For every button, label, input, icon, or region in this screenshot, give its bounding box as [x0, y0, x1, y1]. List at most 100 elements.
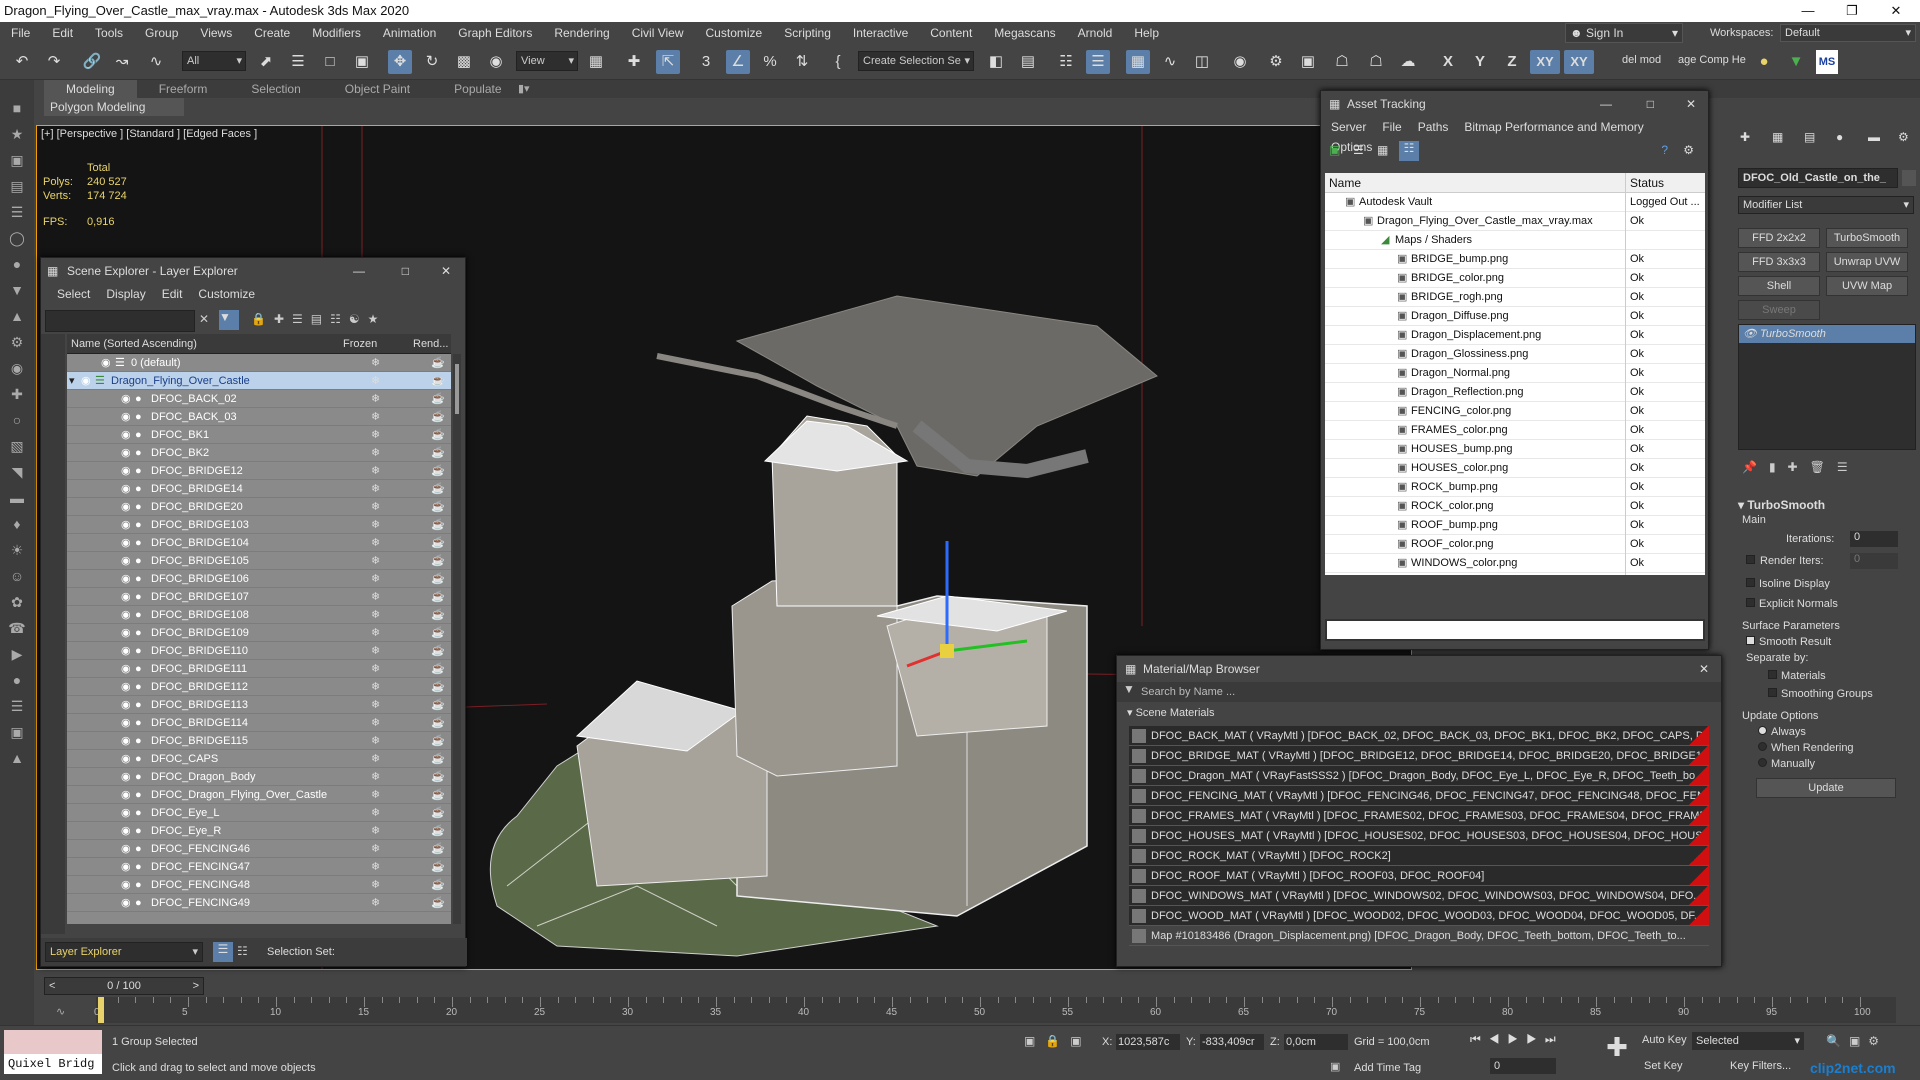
isoline-row[interactable]: Isoline Display — [1738, 574, 1916, 596]
explorer-row[interactable]: ◉ ● DFOC_Eye_R ❄ ☕ — [67, 822, 451, 840]
asset-menu-item[interactable]: File — [1374, 117, 1409, 137]
stack-item-turbosmooth[interactable]: 👁 TurboSmooth — [1739, 325, 1915, 343]
scene-explorer-titlebar[interactable]: ▦ Scene Explorer - Layer Explorer — □ ✕ — [41, 258, 465, 284]
filter-icon[interactable]: ▼ — [219, 310, 239, 330]
schematic-view-icon[interactable]: ◫ — [1190, 50, 1214, 74]
left-tool-icon[interactable]: ▼ — [5, 282, 29, 302]
render-teapot-icon[interactable]: ☕ — [431, 354, 445, 372]
maximize-button[interactable]: ❐ — [1830, 0, 1874, 22]
select-rotate-icon[interactable]: ↻ — [420, 50, 444, 74]
snaps-toggle-icon[interactable]: 3 — [694, 50, 718, 74]
explorer-row[interactable]: ◉ ☰ 0 (default) ❄ ☕ — [67, 354, 451, 372]
left-tool-icon[interactable]: ● — [5, 256, 29, 276]
frozen-icon[interactable]: ❄ — [371, 642, 380, 660]
left-tool-icon[interactable]: ✚ — [5, 386, 29, 406]
frozen-icon[interactable]: ❄ — [371, 606, 380, 624]
select-move-icon[interactable]: ✥ — [388, 50, 412, 74]
frozen-icon[interactable]: ❄ — [371, 678, 380, 696]
help-icon[interactable]: ? — [1661, 143, 1668, 157]
mirror-icon[interactable]: ◧ — [984, 50, 1008, 74]
explorer-row[interactable]: ◉ ● DFOC_FENCING48 ❄ ☕ — [67, 876, 451, 894]
add-time-tag[interactable]: Add Time Tag — [1354, 1062, 1421, 1074]
menu-graph-editors[interactable]: Graph Editors — [447, 22, 543, 44]
asset-row[interactable]: ▣ BRIDGE_rogh.png Ok — [1325, 288, 1705, 307]
render-teapot-icon[interactable]: ☕ — [431, 750, 445, 768]
render-teapot-icon[interactable]: ☕ — [431, 570, 445, 588]
scene-explorer-icon[interactable]: ☰ — [1086, 50, 1110, 74]
material-row[interactable]: DFOC_FRAMES_MAT ( VRayMtl ) [DFOC_FRAMES… — [1129, 806, 1709, 826]
visibility-eye-icon[interactable]: ◉ — [121, 660, 131, 678]
render-iters-checkbox[interactable] — [1746, 555, 1755, 564]
left-tool-icon[interactable]: ▣ — [5, 724, 29, 744]
left-tool-icon[interactable]: ★ — [5, 126, 29, 146]
rendered-frame-icon[interactable]: ▣ — [1296, 50, 1320, 74]
frozen-icon[interactable]: ❄ — [371, 534, 380, 552]
explorer-row[interactable]: ◉ ● DFOC_BRIDGE110 ❄ ☕ — [67, 642, 451, 660]
render-teapot-icon[interactable]: ☕ — [431, 516, 445, 534]
graphite-tools-icon[interactable]: ▦ — [1126, 50, 1150, 74]
explorer-scrollbar[interactable] — [453, 354, 461, 924]
explorer-row[interactable]: ◉ ● DFOC_BRIDGE114 ❄ ☕ — [67, 714, 451, 732]
material-row[interactable]: DFOC_BRIDGE_MAT ( VRayMtl ) [DFOC_BRIDGE… — [1129, 746, 1709, 766]
visibility-eye-icon[interactable]: ◉ — [121, 714, 131, 732]
menu-interactive[interactable]: Interactive — [842, 22, 919, 44]
utilities-tab-icon[interactable]: ⚙ — [1898, 130, 1909, 144]
set-key-button[interactable]: Set Key — [1644, 1060, 1683, 1072]
left-tool-icon[interactable]: ▲ — [5, 308, 29, 328]
asset-row[interactable]: ▣ BRIDGE_bump.png Ok — [1325, 250, 1705, 269]
visibility-eye-icon[interactable]: ◉ — [121, 786, 131, 804]
render-teapot-icon[interactable]: ☕ — [431, 390, 445, 408]
age-comp-button[interactable]: age Comp Hel — [1678, 54, 1746, 66]
stack-tools[interactable]: 📌▮✚🗑☰ — [1742, 460, 1912, 480]
axis-z-button[interactable]: Z — [1500, 50, 1524, 74]
unlink-icon[interactable]: ↝ — [110, 50, 134, 74]
visibility-eye-icon[interactable]: ◉ — [121, 894, 131, 912]
render-setup-icon[interactable]: ⚙ — [1264, 50, 1288, 74]
asset-row[interactable]: ▣ Dragon_Displacement.png Ok — [1325, 326, 1705, 345]
render-production-icon[interactable]: ☖ — [1330, 50, 1354, 74]
left-tool-icon[interactable]: ☰ — [5, 698, 29, 718]
asset-row[interactable]: ▣ ROOF_bump.png Ok — [1325, 516, 1705, 535]
left-tool-icon[interactable]: ▧ — [5, 438, 29, 458]
frozen-icon[interactable]: ❄ — [371, 858, 380, 876]
selection-filter-dropdown[interactable]: All ▾ — [182, 51, 246, 71]
time-slider[interactable]: <0 / 100 > — [44, 977, 204, 995]
asset-row[interactable]: ▣ FENCING_color.png Ok — [1325, 402, 1705, 421]
col-render[interactable]: Rend... — [413, 334, 448, 354]
visibility-eye-icon[interactable]: ◉ — [121, 678, 131, 696]
asset-menu-item[interactable]: Paths — [1410, 117, 1457, 137]
sweep-button[interactable]: Sweep — [1738, 300, 1820, 320]
visibility-eye-icon[interactable]: ◉ — [121, 390, 131, 408]
material-row[interactable]: DFOC_ROCK_MAT ( VRayMtl ) [DFOC_ROCK2] — [1129, 846, 1709, 866]
frozen-icon[interactable]: ❄ — [371, 444, 380, 462]
explorer-row[interactable]: ◉ ● DFOC_FENCING49 ❄ ☕ — [67, 894, 451, 912]
ribbon-tab-populate[interactable]: Populate — [432, 80, 523, 98]
y-coordinate[interactable]: -833,409cr — [1200, 1034, 1264, 1050]
megascans-icon[interactable]: ▼ — [1784, 50, 1808, 74]
asset-row[interactable]: ▣ Dragon_Reflection.png Ok — [1325, 383, 1705, 402]
explorer-row[interactable]: ◉ ● DFOC_BK2 ❄ ☕ — [67, 444, 451, 462]
axis-xy-button[interactable]: XY — [1530, 50, 1560, 74]
explorer-menu-display[interactable]: Display — [98, 284, 153, 304]
frozen-icon[interactable]: ❄ — [371, 498, 380, 516]
explorer-row[interactable]: ◉ ● DFOC_BRIDGE103 ❄ ☕ — [67, 516, 451, 534]
render-teapot-icon[interactable]: ☕ — [431, 534, 445, 552]
x-coordinate[interactable]: 1023,587c — [1116, 1034, 1180, 1050]
always-radio[interactable]: Always — [1738, 724, 1916, 740]
explorer-menu-edit[interactable]: Edit — [154, 284, 191, 304]
maxscript-input[interactable]: Quixel Bridg — [4, 1054, 102, 1074]
frozen-icon[interactable]: ❄ — [371, 696, 380, 714]
close-button[interactable]: ✕ — [1874, 0, 1918, 22]
visibility-eye-icon[interactable]: ◉ — [121, 588, 131, 606]
iterations-spinner[interactable]: 0 — [1850, 531, 1898, 547]
frozen-icon[interactable]: ❄ — [371, 570, 380, 588]
display-tab-icon[interactable]: ▬ — [1868, 130, 1880, 144]
visibility-eye-icon[interactable]: ◉ — [101, 354, 111, 372]
smoothing-groups-row[interactable]: Smoothing Groups — [1738, 686, 1916, 706]
visibility-eye-icon[interactable]: ◉ — [121, 876, 131, 894]
render-teapot-icon[interactable]: ☕ — [431, 480, 445, 498]
visibility-eye-icon[interactable]: ◉ — [121, 732, 131, 750]
frozen-icon[interactable]: ❄ — [371, 624, 380, 642]
axis-x-button[interactable]: X — [1436, 50, 1460, 74]
render-teapot-icon[interactable]: ☕ — [431, 588, 445, 606]
